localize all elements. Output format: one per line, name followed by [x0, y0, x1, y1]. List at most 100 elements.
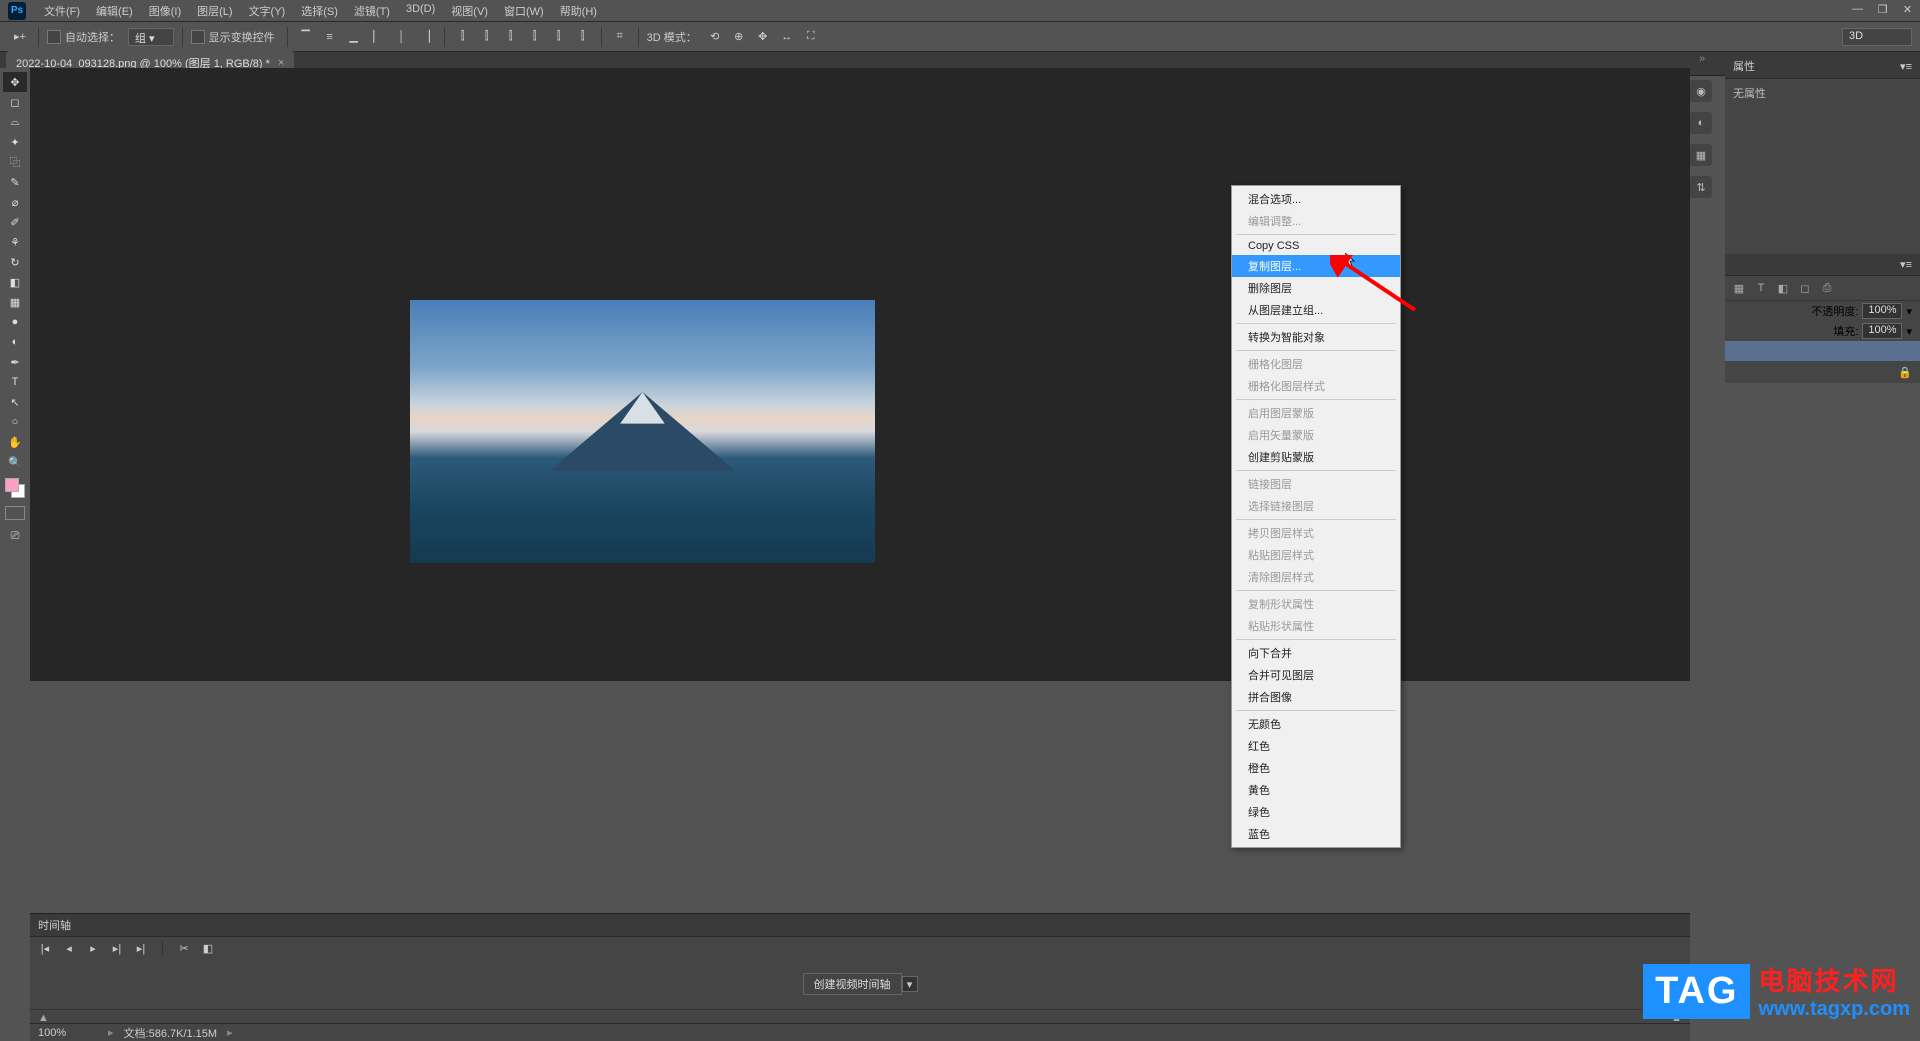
menu-item[interactable]: 文字(Y)	[241, 0, 294, 22]
next-frame-icon[interactable]: ▸|	[110, 941, 124, 955]
menu-item[interactable]: 滤镜(T)	[346, 0, 398, 22]
create-timeline-button[interactable]: 创建视频时间轴	[803, 973, 902, 995]
context-menu-item[interactable]: 绿色	[1232, 801, 1400, 823]
swatches-panel-icon[interactable]: ▦	[1690, 144, 1712, 166]
distribute-top-icon[interactable]: ⫿	[453, 27, 473, 47]
zoom-tool[interactable]: 🔍	[3, 452, 27, 472]
eyedropper-tool[interactable]: ✎	[3, 172, 27, 192]
panel-menu-icon[interactable]: ▾≡	[1900, 258, 1912, 271]
stamp-tool[interactable]: ⚘	[3, 232, 27, 252]
orbit-icon[interactable]: ⟲	[705, 27, 725, 47]
opacity-input[interactable]: 100%	[1862, 303, 1902, 319]
context-menu-item[interactable]: 红色	[1232, 735, 1400, 757]
mute-icon[interactable]: ✂	[177, 941, 191, 955]
zoom-caret-icon[interactable]: ▸	[108, 1026, 114, 1039]
distribute-left-icon[interactable]: ⫿	[525, 27, 545, 47]
context-menu-item[interactable]: 无颜色	[1232, 713, 1400, 735]
menu-item[interactable]: 视图(V)	[443, 0, 496, 22]
context-menu-item[interactable]: 向下合并	[1232, 642, 1400, 664]
workspace-dropdown[interactable]: 3D	[1842, 28, 1912, 46]
dock-expand-icon[interactable]: »	[1690, 52, 1714, 66]
properties-panel-header[interactable]: 属性 ▾≡	[1725, 54, 1920, 79]
roll-icon[interactable]: ⊕	[729, 27, 749, 47]
foreground-color-swatch[interactable]	[5, 478, 19, 492]
goto-last-frame-icon[interactable]: ▸|	[134, 941, 148, 955]
color-swatches[interactable]	[5, 478, 25, 498]
filter-smart-icon[interactable]: ⎙	[1819, 280, 1835, 296]
align-bottom-icon[interactable]: ▁	[344, 27, 364, 47]
gradient-tool[interactable]: ▦	[3, 292, 27, 312]
context-menu-item[interactable]: Copy CSS	[1232, 237, 1400, 255]
distribute-right-icon[interactable]: ⫿	[573, 27, 593, 47]
canvas-area[interactable]	[30, 68, 1690, 681]
auto-select-checkbox[interactable]	[47, 30, 61, 44]
menu-item[interactable]: 窗口(W)	[496, 0, 552, 22]
lasso-tool[interactable]: ⌓	[3, 112, 27, 132]
fill-caret-icon[interactable]: ▾	[1906, 325, 1912, 338]
color-panel-icon[interactable]: ◐	[1690, 112, 1712, 134]
opacity-caret-icon[interactable]: ▾	[1906, 305, 1912, 318]
path-tool[interactable]: ↖	[3, 392, 27, 412]
filter-shape-icon[interactable]: ◻	[1797, 280, 1813, 296]
context-menu-item[interactable]: 混合选项...	[1232, 188, 1400, 210]
context-menu-item[interactable]: 黄色	[1232, 779, 1400, 801]
transition-icon[interactable]: ◧	[201, 941, 215, 955]
align-vcenter-icon[interactable]: ≡	[320, 27, 340, 47]
filter-kind-icon[interactable]: ▦	[1731, 280, 1747, 296]
history-brush-tool[interactable]: ↻	[3, 252, 27, 272]
menu-item[interactable]: 文件(F)	[36, 0, 88, 22]
menu-item[interactable]: 帮助(H)	[552, 0, 605, 22]
distribute-vcenter-icon[interactable]: ⫿	[477, 27, 497, 47]
adjustments-panel-icon[interactable]: ⇅	[1690, 176, 1712, 198]
heal-tool[interactable]: ⌀	[3, 192, 27, 212]
align-top-icon[interactable]: ▔	[296, 27, 316, 47]
blur-tool[interactable]: ●	[3, 312, 27, 332]
context-menu-item[interactable]: 转换为智能对象	[1232, 326, 1400, 348]
filter-adjust-icon[interactable]: ◧	[1775, 280, 1791, 296]
menu-item[interactable]: 编辑(E)	[88, 0, 141, 22]
panel-menu-icon[interactable]: ▾≡	[1900, 60, 1912, 73]
fill-input[interactable]: 100%	[1862, 323, 1902, 339]
play-icon[interactable]: ▸	[86, 941, 100, 955]
context-menu-item[interactable]: 拼合图像	[1232, 686, 1400, 708]
zoom-level[interactable]: 100%	[38, 1027, 98, 1039]
brush-tool[interactable]: ✐	[3, 212, 27, 232]
layers-panel-header[interactable]: ▾≡	[1725, 254, 1920, 276]
wand-tool[interactable]: ✦	[3, 132, 27, 152]
context-menu-item[interactable]: 复制图层...	[1232, 255, 1400, 277]
pan-icon[interactable]: ✥	[753, 27, 773, 47]
create-timeline-caret[interactable]: ▾	[902, 976, 918, 992]
distribute-hcenter-icon[interactable]: ⫿	[549, 27, 569, 47]
pen-tool[interactable]: ✒	[3, 352, 27, 372]
crop-tool[interactable]: ⿻	[3, 152, 27, 172]
context-menu-item[interactable]: 创建剪贴蒙版	[1232, 446, 1400, 468]
prev-frame-icon[interactable]: ◂	[62, 941, 76, 955]
minimize-button[interactable]: —	[1845, 0, 1870, 18]
align-right-icon[interactable]: ▕	[416, 27, 436, 47]
layer-background-row[interactable]: 🔒	[1725, 361, 1920, 383]
context-menu-item[interactable]: 从图层建立组...	[1232, 299, 1400, 321]
text-tool[interactable]: T	[3, 372, 27, 392]
menu-item[interactable]: 选择(S)	[293, 0, 346, 22]
screen-mode-icon[interactable]: ⎚	[3, 526, 27, 546]
show-transform-checkbox[interactable]	[191, 30, 205, 44]
document-canvas[interactable]	[410, 300, 875, 563]
quick-mask-mode[interactable]	[5, 506, 25, 520]
menu-item[interactable]: 图层(L)	[189, 0, 240, 22]
shape-tool[interactable]: ○	[3, 412, 27, 432]
layer-row-selected[interactable]	[1725, 341, 1920, 361]
auto-align-icon[interactable]: ⌗	[610, 27, 630, 47]
align-left-icon[interactable]: ▏	[368, 27, 388, 47]
maximize-button[interactable]: ❐	[1870, 0, 1895, 18]
timeline-header[interactable]: 时间轴	[30, 914, 1690, 937]
context-menu-item[interactable]: 蓝色	[1232, 823, 1400, 845]
align-hcenter-icon[interactable]: │	[392, 27, 412, 47]
hand-tool[interactable]: ✋	[3, 432, 27, 452]
goto-first-frame-icon[interactable]: |◂	[38, 941, 52, 955]
menu-item[interactable]: 图像(I)	[141, 0, 189, 22]
marquee-tool[interactable]: ◻	[3, 92, 27, 112]
info-caret-icon[interactable]: ▸	[227, 1026, 233, 1039]
dodge-tool[interactable]: ◐	[3, 332, 27, 352]
slide-icon[interactable]: ↔	[777, 27, 797, 47]
history-panel-icon[interactable]: ◉	[1690, 80, 1712, 102]
